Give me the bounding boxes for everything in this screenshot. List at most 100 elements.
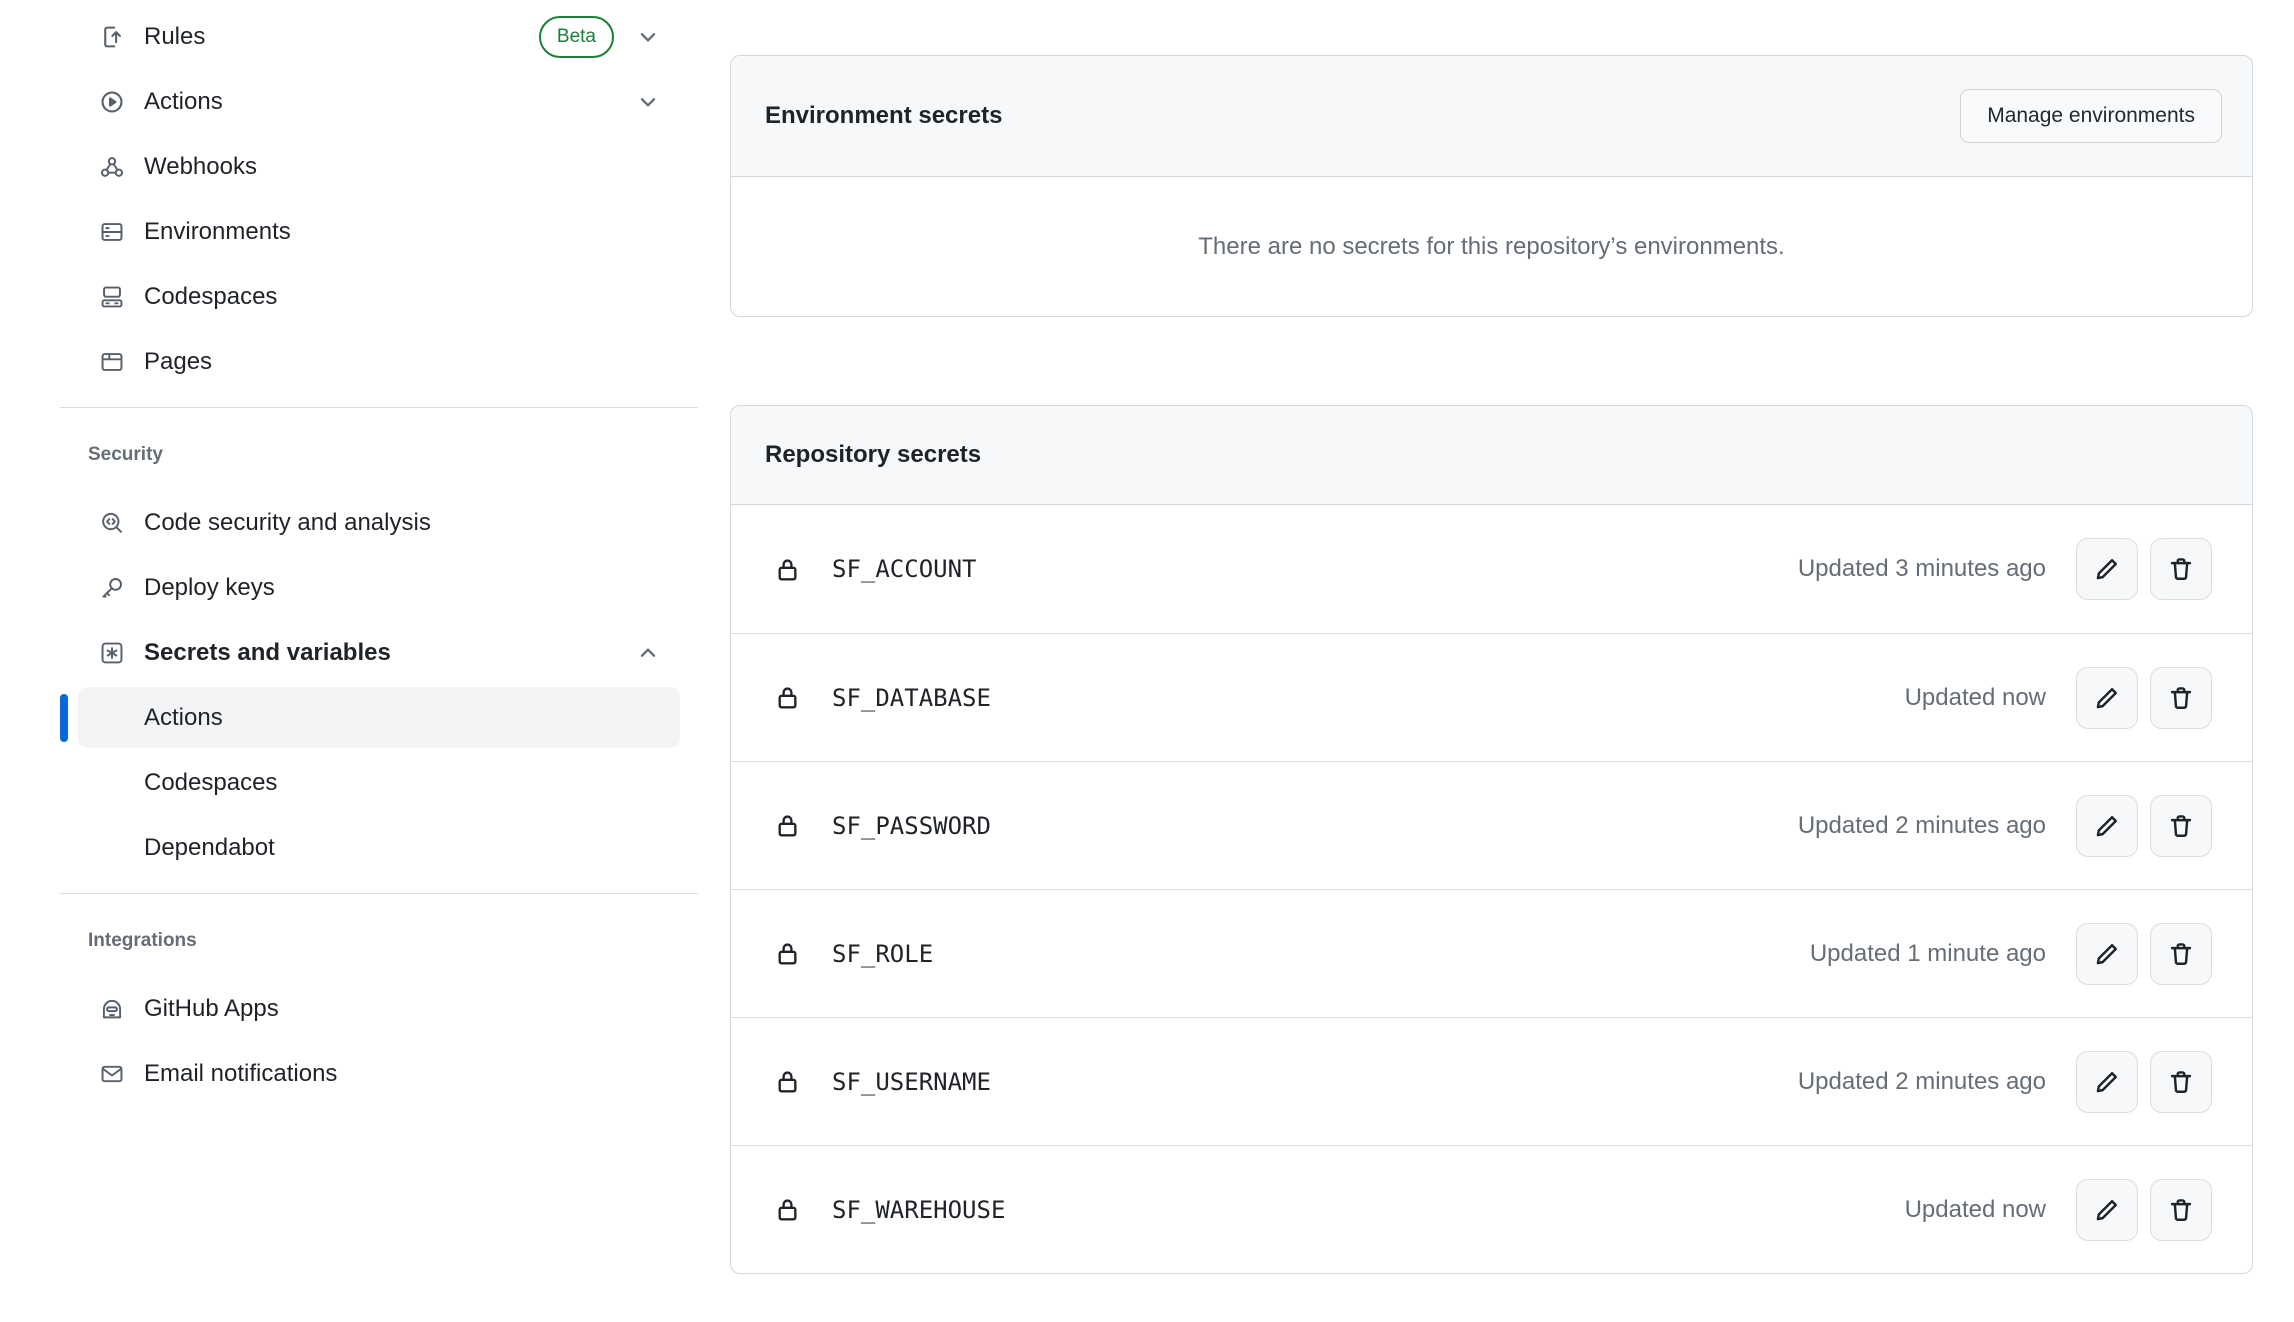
sidebar-divider <box>60 407 698 408</box>
secret-name: SF_WAREHOUSE <box>832 1196 1905 1224</box>
trash-icon <box>2168 813 2194 839</box>
delete-secret-button[interactable] <box>2150 1051 2212 1113</box>
lock-icon <box>775 1196 800 1223</box>
environment-secrets-empty-state: There are no secrets for this repository… <box>731 177 2252 316</box>
lock-icon <box>775 940 800 967</box>
pencil-icon <box>2094 685 2120 711</box>
sidebar-subitem-dependabot[interactable]: Dependabot <box>60 815 680 880</box>
settings-sidebar: Rules Beta Actions Web <box>60 4 680 1106</box>
pencil-icon <box>2094 1069 2120 1095</box>
sidebar-item-pages[interactable]: Pages <box>60 329 680 394</box>
sidebar-item-label: Webhooks <box>144 153 680 181</box>
sidebar-item-actions[interactable]: Actions <box>60 69 680 134</box>
trash-icon <box>2168 1197 2194 1223</box>
sidebar-subitem-label: Actions <box>144 704 223 732</box>
delete-secret-button[interactable] <box>2150 923 2212 985</box>
trash-icon <box>2168 556 2194 582</box>
sidebar-item-label: Pages <box>144 348 680 376</box>
asterisk-box-icon <box>100 641 124 665</box>
key-icon <box>100 576 124 600</box>
environment-secrets-header: Environment secrets Manage environments <box>731 56 2252 177</box>
webhooks-icon <box>100 155 124 179</box>
updated-timestamp: Updated now <box>1905 1196 2046 1224</box>
edit-secret-button[interactable] <box>2076 1179 2138 1241</box>
edit-secret-button[interactable] <box>2076 923 2138 985</box>
lock-icon <box>775 1068 800 1095</box>
sidebar-section-security: Security <box>60 420 680 490</box>
delete-secret-button[interactable] <box>2150 795 2212 857</box>
sidebar-item-rules[interactable]: Rules Beta <box>60 4 680 69</box>
beta-badge: Beta <box>539 16 614 58</box>
sidebar-item-github-apps[interactable]: GitHub Apps <box>60 976 680 1041</box>
pencil-icon <box>2094 1197 2120 1223</box>
secret-name: SF_USERNAME <box>832 1068 1798 1096</box>
sidebar-item-label: Environments <box>144 218 680 246</box>
sidebar-subitem-actions[interactable]: Actions <box>60 685 680 750</box>
rules-icon <box>100 25 124 49</box>
sidebar-item-label: GitHub Apps <box>144 995 680 1023</box>
sidebar-item-webhooks[interactable]: Webhooks <box>60 134 680 199</box>
repository-secrets-title: Repository secrets <box>765 441 981 469</box>
secret-row: SF_PASSWORD Updated 2 minutes ago <box>731 761 2252 889</box>
trash-icon <box>2168 1069 2194 1095</box>
delete-secret-button[interactable] <box>2150 1179 2212 1241</box>
mail-icon <box>100 1062 124 1086</box>
sidebar-item-email-notifications[interactable]: Email notifications <box>60 1041 680 1106</box>
lock-icon <box>775 556 800 583</box>
actions-icon <box>100 90 124 114</box>
sidebar-item-secrets-and-variables[interactable]: Secrets and variables <box>60 620 680 685</box>
sidebar-item-deploy-keys[interactable]: Deploy keys <box>60 555 680 620</box>
trash-icon <box>2168 685 2194 711</box>
chevron-up-icon[interactable] <box>636 641 660 665</box>
updated-timestamp: Updated now <box>1905 684 2046 712</box>
sidebar-item-label: Rules <box>144 23 539 51</box>
secret-name: SF_PASSWORD <box>832 812 1798 840</box>
delete-secret-button[interactable] <box>2150 538 2212 600</box>
chevron-down-icon[interactable] <box>636 90 660 114</box>
updated-timestamp: Updated 2 minutes ago <box>1798 1068 2046 1096</box>
code-scan-icon <box>100 511 124 535</box>
updated-timestamp: Updated 2 minutes ago <box>1798 812 2046 840</box>
codespaces-icon <box>100 285 124 309</box>
secret-name: SF_ROLE <box>832 940 1810 968</box>
chevron-down-icon[interactable] <box>636 25 660 49</box>
secret-row: SF_ACCOUNT Updated 3 minutes ago <box>731 505 2252 633</box>
empty-state-message: There are no secrets for this repository… <box>1198 233 1784 261</box>
lock-icon <box>775 812 800 839</box>
edit-secret-button[interactable] <box>2076 1051 2138 1113</box>
secret-name: SF_ACCOUNT <box>832 555 1798 583</box>
sidebar-divider <box>60 893 698 894</box>
pencil-icon <box>2094 941 2120 967</box>
sidebar-item-label: Secrets and variables <box>144 639 636 667</box>
secrets-main-panel: Environment secrets Manage environments … <box>730 55 2253 1274</box>
edit-secret-button[interactable] <box>2076 538 2138 600</box>
edit-secret-button[interactable] <box>2076 667 2138 729</box>
sidebar-subitem-label: Codespaces <box>144 769 277 797</box>
sidebar-item-codespaces[interactable]: Codespaces <box>60 264 680 329</box>
secret-row: SF_USERNAME Updated 2 minutes ago <box>731 1017 2252 1145</box>
environment-secrets-box: Environment secrets Manage environments … <box>730 55 2253 317</box>
environments-icon <box>100 220 124 244</box>
pencil-icon <box>2094 813 2120 839</box>
environment-secrets-title: Environment secrets <box>765 102 1002 130</box>
sidebar-item-label: Codespaces <box>144 283 680 311</box>
pencil-icon <box>2094 556 2120 582</box>
secret-row: SF_ROLE Updated 1 minute ago <box>731 889 2252 1017</box>
repository-secrets-header: Repository secrets <box>731 406 2252 505</box>
sidebar-item-environments[interactable]: Environments <box>60 199 680 264</box>
selected-indicator <box>60 694 68 742</box>
secret-row: SF_DATABASE Updated now <box>731 633 2252 761</box>
sidebar-subitem-codespaces[interactable]: Codespaces <box>60 750 680 815</box>
secret-name: SF_DATABASE <box>832 684 1905 712</box>
sidebar-item-label: Email notifications <box>144 1060 680 1088</box>
updated-timestamp: Updated 3 minutes ago <box>1798 555 2046 583</box>
repository-secrets-box: Repository secrets SF_ACCOUNT Updated 3 … <box>730 405 2253 1274</box>
secret-row: SF_WAREHOUSE Updated now <box>731 1145 2252 1273</box>
sidebar-section-integrations: Integrations <box>60 906 680 976</box>
updated-timestamp: Updated 1 minute ago <box>1810 940 2046 968</box>
sidebar-item-code-security[interactable]: Code security and analysis <box>60 490 680 555</box>
manage-environments-button[interactable]: Manage environments <box>1960 89 2222 143</box>
delete-secret-button[interactable] <box>2150 667 2212 729</box>
edit-secret-button[interactable] <box>2076 795 2138 857</box>
sidebar-item-label: Code security and analysis <box>144 509 680 537</box>
